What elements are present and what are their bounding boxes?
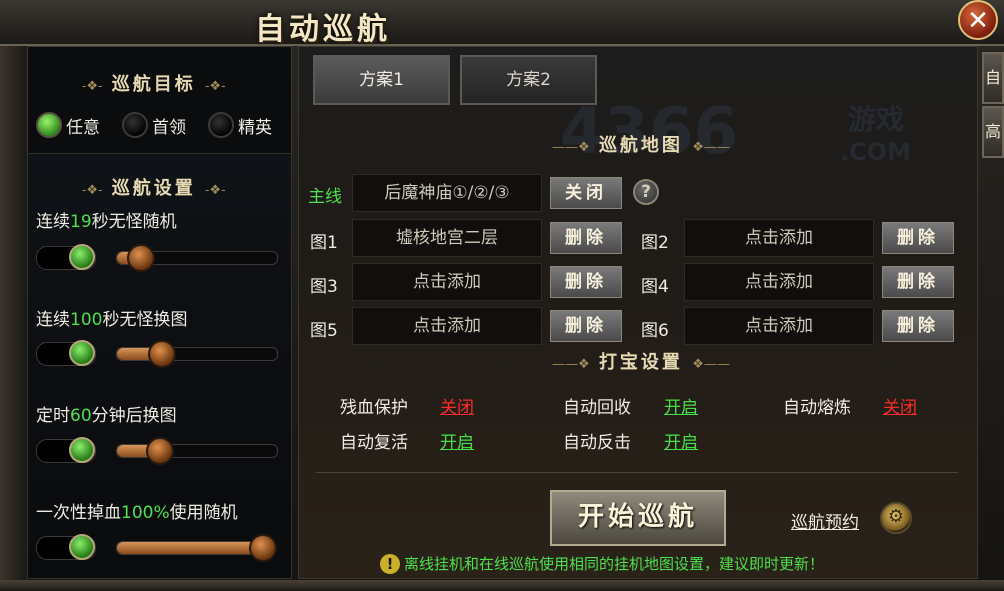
slider-thumb-icon[interactable] xyxy=(147,340,176,368)
slider-thumb-icon[interactable] xyxy=(146,437,175,465)
ornament-icon: -❖- xyxy=(205,183,226,198)
map-slot-field[interactable]: 点击添加 xyxy=(684,219,874,257)
toggle-knob-icon xyxy=(69,244,95,270)
ornament-icon: ——❖ xyxy=(552,357,590,372)
close-icon[interactable]: ✕ xyxy=(958,0,998,40)
ornament-icon: -❖- xyxy=(205,79,226,94)
setting-slider[interactable] xyxy=(116,340,278,368)
watermark: .COM xyxy=(840,138,912,166)
radio-selected-icon[interactable] xyxy=(36,112,62,138)
watermark: 游戏 xyxy=(848,103,905,136)
start-cruise-button[interactable]: 开始巡航 xyxy=(550,490,726,546)
ornament-icon: ——❖ xyxy=(552,140,590,155)
map-delete-button[interactable]: 删除 xyxy=(550,310,622,342)
setting-toggle[interactable] xyxy=(36,534,96,560)
loot-option-toggle[interactable]: 关闭 xyxy=(883,393,917,418)
map-delete-button[interactable]: 删除 xyxy=(550,266,622,298)
map-slot-label: 图1 xyxy=(310,233,338,253)
toggle-knob-icon xyxy=(69,437,95,463)
notice-text: 离线挂机和在线巡航使用相同的挂机地图设置，建议即时更新！ xyxy=(404,555,825,573)
side-tab-advanced[interactable]: 高 xyxy=(982,106,1004,158)
loot-option-toggle[interactable]: 关闭 xyxy=(440,393,474,418)
loot-section-header-text: 打宝设置 xyxy=(598,352,683,373)
ornament-icon: ❖—— xyxy=(692,140,730,155)
map-slot-field[interactable]: 墟核地宫二层 xyxy=(352,219,542,257)
toggle-knob-icon xyxy=(69,340,95,366)
loot-section-header: ——❖ 打宝设置 ❖—— xyxy=(552,348,730,374)
slider-thumb-icon[interactable] xyxy=(127,244,155,272)
map-delete-button[interactable]: 删除 xyxy=(882,266,954,298)
ornament-icon: ❖—— xyxy=(692,357,730,372)
loot-option-label: 残血保护 xyxy=(340,398,408,418)
main-map-label: 主线 xyxy=(308,187,342,207)
main-map-field[interactable]: 后魔神庙①/②/③ xyxy=(352,174,542,212)
side-tab-auto[interactable]: 自 xyxy=(982,52,1004,104)
loot-option-label: 自动熔炼 xyxy=(783,398,851,418)
map-slot-label: 图3 xyxy=(310,277,338,297)
map-delete-button[interactable]: 删除 xyxy=(882,222,954,254)
settings-header: -❖- 巡航设置 -❖- xyxy=(82,174,225,200)
setting-label: 连续19秒无怪随机 xyxy=(36,212,177,232)
tab-plan-2[interactable]: 方案2 xyxy=(460,55,597,105)
map-slot-label: 图6 xyxy=(641,321,669,341)
target-option-boss[interactable]: 首领 xyxy=(122,112,186,138)
loot-option-toggle[interactable]: 开启 xyxy=(664,428,698,453)
map-section-header-text: 巡航地图 xyxy=(598,135,683,156)
target-option-label: 首领 xyxy=(152,117,186,138)
setting-toggle[interactable] xyxy=(36,437,96,463)
map-slot-field[interactable]: 点击添加 xyxy=(352,263,542,301)
cruise-reserve-link[interactable]: 巡航预约 xyxy=(791,508,859,533)
settings-header-text: 巡航设置 xyxy=(111,178,196,199)
setting-slider[interactable] xyxy=(116,534,277,562)
target-option-elite[interactable]: 精英 xyxy=(208,112,272,138)
map-slot-label: 图2 xyxy=(641,233,669,253)
radio-unselected-icon[interactable] xyxy=(122,112,148,138)
map-section-header: ——❖ 巡航地图 ❖—— xyxy=(552,131,730,157)
ornament-icon: -❖- xyxy=(82,79,103,94)
setting-label: 定时60分钟后换图 xyxy=(36,406,177,426)
notice-bar: ! 离线挂机和在线巡航使用相同的挂机地图设置，建议即时更新！ xyxy=(380,553,824,574)
ornament-icon: -❖- xyxy=(82,183,103,198)
loot-option-label: 自动反击 xyxy=(563,433,631,453)
help-icon[interactable]: ? xyxy=(633,179,659,205)
window-title: 自动巡航 xyxy=(255,12,391,47)
target-option-any[interactable]: 任意 xyxy=(36,112,100,138)
slider-thumb-icon[interactable] xyxy=(249,534,277,562)
frame-ornament-left xyxy=(0,0,28,591)
setting-label: 连续100秒无怪换图 xyxy=(36,310,188,330)
frame-ornament-bottom xyxy=(0,580,1004,591)
map-delete-button[interactable]: 删除 xyxy=(882,310,954,342)
loot-option-toggle[interactable]: 开启 xyxy=(440,428,474,453)
setting-slider[interactable] xyxy=(116,244,278,272)
loot-option-label: 自动回收 xyxy=(563,398,631,418)
target-option-label: 精英 xyxy=(238,117,272,138)
setting-label: 一次性掉血100%使用随机 xyxy=(36,503,238,523)
loot-option-toggle[interactable]: 开启 xyxy=(664,393,698,418)
title-bar: 自动巡航 xyxy=(0,0,1004,47)
setting-toggle[interactable] xyxy=(36,244,96,270)
radio-unselected-icon[interactable] xyxy=(208,112,234,138)
map-slot-field[interactable]: 点击添加 xyxy=(684,307,874,345)
main-map-close-button[interactable]: 关闭 xyxy=(550,177,622,209)
setting-toggle[interactable] xyxy=(36,340,96,366)
map-slot-label: 图5 xyxy=(310,321,338,341)
toggle-knob-icon xyxy=(69,534,95,560)
gear-icon[interactable]: ⚙ xyxy=(880,502,912,534)
setting-slider[interactable] xyxy=(116,437,278,465)
map-slot-field[interactable]: 点击添加 xyxy=(684,263,874,301)
map-slot-field[interactable]: 点击添加 xyxy=(352,307,542,345)
target-option-label: 任意 xyxy=(66,117,100,138)
divider xyxy=(316,472,958,473)
warning-icon: ! xyxy=(380,553,400,574)
map-slot-label: 图4 xyxy=(641,277,669,297)
target-header: -❖- 巡航目标 -❖- xyxy=(82,70,225,96)
target-header-text: 巡航目标 xyxy=(111,74,196,95)
loot-option-label: 自动复活 xyxy=(340,433,408,453)
slider-fill xyxy=(117,542,263,554)
tab-plan-1[interactable]: 方案1 xyxy=(313,55,450,105)
map-delete-button[interactable]: 删除 xyxy=(550,222,622,254)
